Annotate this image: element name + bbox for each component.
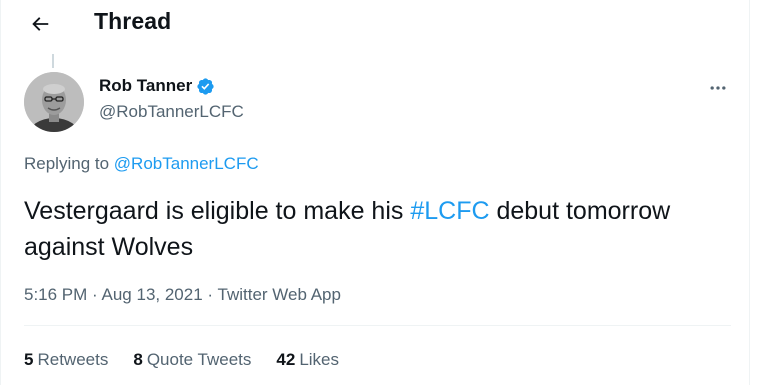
- more-options-button[interactable]: [701, 76, 735, 100]
- replying-to: Replying to @RobTannerLCFC: [24, 154, 259, 174]
- retweets-label: Retweets: [37, 350, 109, 369]
- replying-to-handle-link[interactable]: @RobTannerLCFC: [114, 154, 259, 173]
- quote-tweets-label: Quote Tweets: [146, 350, 252, 369]
- tweet-text-before: Vestergaard is eligible to make his: [24, 197, 411, 225]
- author-handle[interactable]: @RobTannerLCFC: [99, 102, 244, 122]
- divider: [24, 325, 731, 326]
- tweet-source[interactable]: Twitter Web App: [218, 285, 341, 304]
- avatar-image: [24, 72, 84, 132]
- replying-to-label: Replying to: [24, 154, 110, 173]
- quote-tweets-count: 8: [133, 350, 143, 369]
- tweet-date[interactable]: Aug 13, 2021: [102, 285, 203, 304]
- avatar[interactable]: [24, 72, 84, 132]
- verified-badge-icon: [196, 77, 215, 96]
- author-name[interactable]: Rob Tanner: [99, 76, 215, 96]
- thread-panel: Thread Rob Tanner @RobTannerLCFC Replyin…: [0, 0, 750, 385]
- tweet-text: Vestergaard is eligible to make his #LCF…: [24, 193, 724, 265]
- back-button[interactable]: [21, 5, 59, 43]
- hashtag-link[interactable]: #LCFC: [410, 197, 489, 225]
- retweets-count: 5: [24, 350, 34, 369]
- meta-separator: ·: [207, 285, 214, 304]
- thread-connector-line: [52, 54, 54, 68]
- meta-separator: ·: [92, 285, 98, 304]
- author-name-text: Rob Tanner: [99, 76, 193, 95]
- tweet-stats: 5 Retweets 8 Quote Tweets 42 Likes: [24, 350, 339, 370]
- tweet-time[interactable]: 5:16 PM: [24, 285, 87, 304]
- quote-tweets-stat[interactable]: 8 Quote Tweets: [133, 350, 251, 370]
- likes-label: Likes: [299, 350, 340, 369]
- likes-stat[interactable]: 42 Likes: [276, 350, 339, 370]
- retweets-stat[interactable]: 5 Retweets: [24, 350, 108, 370]
- likes-count: 42: [276, 350, 296, 369]
- more-horizontal-icon: [710, 86, 726, 90]
- thread-header: Thread: [1, 0, 749, 50]
- tweet-meta: 5:16 PM · Aug 13, 2021 · Twitter Web App: [24, 285, 341, 305]
- arrow-left-icon: [32, 17, 49, 31]
- page-title: Thread: [94, 8, 172, 34]
